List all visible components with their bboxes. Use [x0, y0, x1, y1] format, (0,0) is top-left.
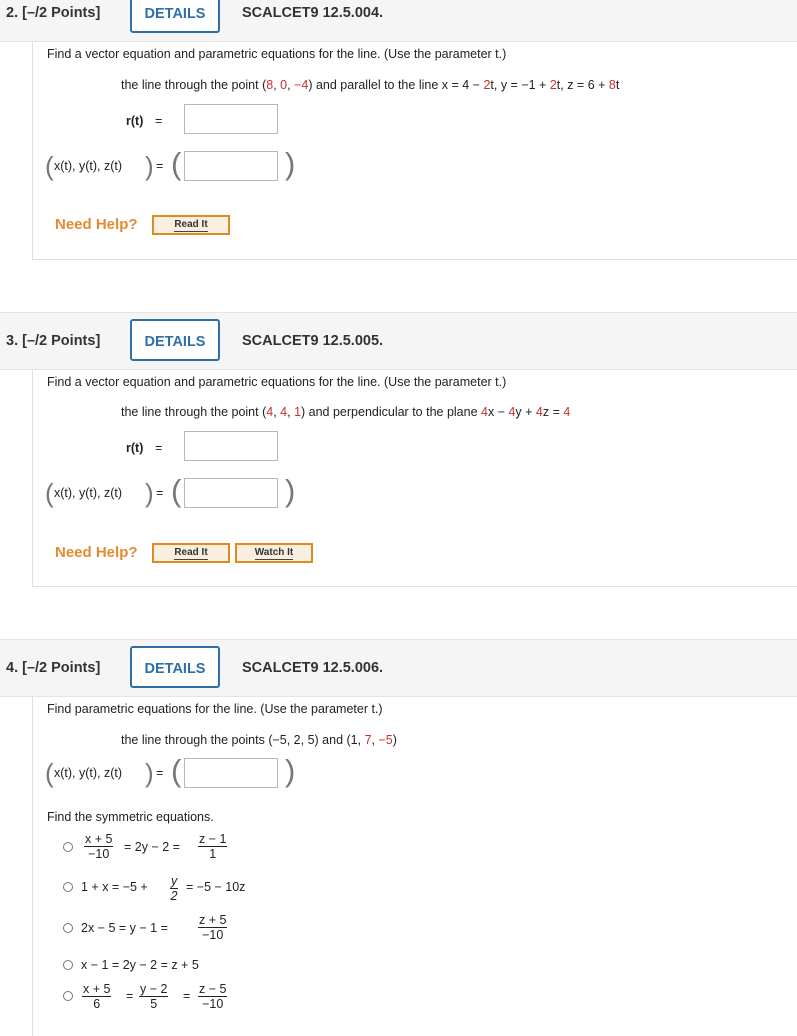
right-paren: ): [285, 146, 296, 181]
read-it-button[interactable]: Read It: [152, 215, 230, 235]
left-paren: (: [171, 473, 182, 508]
question-code: SCALCET9 12.5.006.: [242, 660, 384, 676]
details-button[interactable]: DETAILS: [130, 646, 220, 688]
radio-option-2[interactable]: [63, 882, 73, 892]
option-text: 1 + x = −5 +: [81, 880, 148, 894]
r-label: r(t): [126, 114, 144, 128]
question-code: SCALCET9 12.5.004.: [242, 5, 384, 21]
details-button[interactable]: DETAILS: [130, 0, 220, 33]
vector-equation-input[interactable]: [184, 431, 278, 461]
r-label: r(t): [126, 441, 144, 455]
question-prompt: Find a vector equation and parametric eq…: [47, 375, 507, 389]
xyz-label: x(t), y(t), z(t): [54, 766, 123, 780]
option-text: 2x − 5 = y − 1 =: [81, 921, 168, 935]
question-3-header: 3. [–/2 Points] DETAILS SCALCET9 12.5.00…: [0, 312, 797, 370]
question-task: the line through the point (4, 4, 1) and…: [121, 405, 571, 419]
parametric-equations-input[interactable]: [184, 151, 278, 181]
question-number: 2. [–/2 Points]: [6, 5, 101, 21]
question-number: 4. [–/2 Points]: [6, 660, 101, 676]
equals-sign: =: [156, 159, 164, 173]
equals-sign: =: [156, 766, 164, 780]
xyz-label: x(t), y(t), z(t): [54, 486, 123, 500]
right-paren: ): [145, 478, 154, 508]
question-prompt: Find a vector equation and parametric eq…: [47, 47, 507, 61]
right-paren: ): [145, 151, 154, 181]
radio-option-4[interactable]: [63, 960, 73, 970]
left-paren: (: [45, 151, 54, 181]
option-text: = 2y − 2 =: [124, 840, 180, 854]
equals-sign: =: [155, 441, 163, 455]
watch-it-button[interactable]: Watch It: [235, 543, 313, 563]
question-4-header: 4. [–/2 Points] DETAILS SCALCET9 12.5.00…: [0, 639, 797, 697]
question-task: the line through the points (−5, 2, 5) a…: [121, 733, 397, 747]
equals-sign: =: [183, 989, 191, 1003]
question-task: the line through the point (8, 0, −4) an…: [121, 78, 620, 92]
fraction: z + 5 −10: [198, 913, 228, 942]
right-paren: ): [285, 753, 296, 788]
parametric-equations-input[interactable]: [184, 758, 278, 788]
question-number: 3. [–/2 Points]: [6, 333, 101, 349]
fraction: z − 11: [198, 832, 228, 861]
radio-option-1[interactable]: [63, 842, 73, 852]
question-2-header: 2. [–/2 Points] DETAILS SCALCET9 12.5.00…: [0, 0, 797, 42]
right-paren: ): [145, 758, 154, 788]
question-prompt: Find parametric equations for the line. …: [47, 702, 383, 716]
need-help-label: Need Help?: [55, 544, 138, 561]
parametric-equations-input[interactable]: [184, 478, 278, 508]
left-paren: (: [45, 478, 54, 508]
need-help-label: Need Help?: [55, 216, 138, 233]
fraction: x + 56: [82, 982, 112, 1011]
vector-equation-input[interactable]: [184, 104, 278, 134]
fraction: z − 5 −10: [198, 982, 228, 1011]
equals-sign: =: [156, 486, 164, 500]
fraction: y − 25: [139, 982, 169, 1011]
xyz-label: x(t), y(t), z(t): [54, 159, 123, 173]
option-text: x − 1 = 2y − 2 = z + 5: [81, 958, 199, 972]
question-code: SCALCET9 12.5.005.: [242, 333, 384, 349]
left-paren: (: [45, 758, 54, 788]
left-paren: (: [171, 146, 182, 181]
left-paren: (: [171, 753, 182, 788]
radio-option-3[interactable]: [63, 923, 73, 933]
right-paren: ): [285, 473, 296, 508]
fraction: y2: [170, 874, 179, 903]
symmetric-prompt: Find the symmetric equations.: [47, 810, 214, 824]
fraction: x + 5 −10: [84, 832, 114, 861]
option-text: = −5 − 10z: [186, 880, 246, 894]
equals-sign: =: [155, 114, 163, 128]
read-it-button[interactable]: Read It: [152, 543, 230, 563]
radio-option-5[interactable]: [63, 991, 73, 1001]
details-button[interactable]: DETAILS: [130, 319, 220, 361]
equals-sign: =: [126, 989, 134, 1003]
